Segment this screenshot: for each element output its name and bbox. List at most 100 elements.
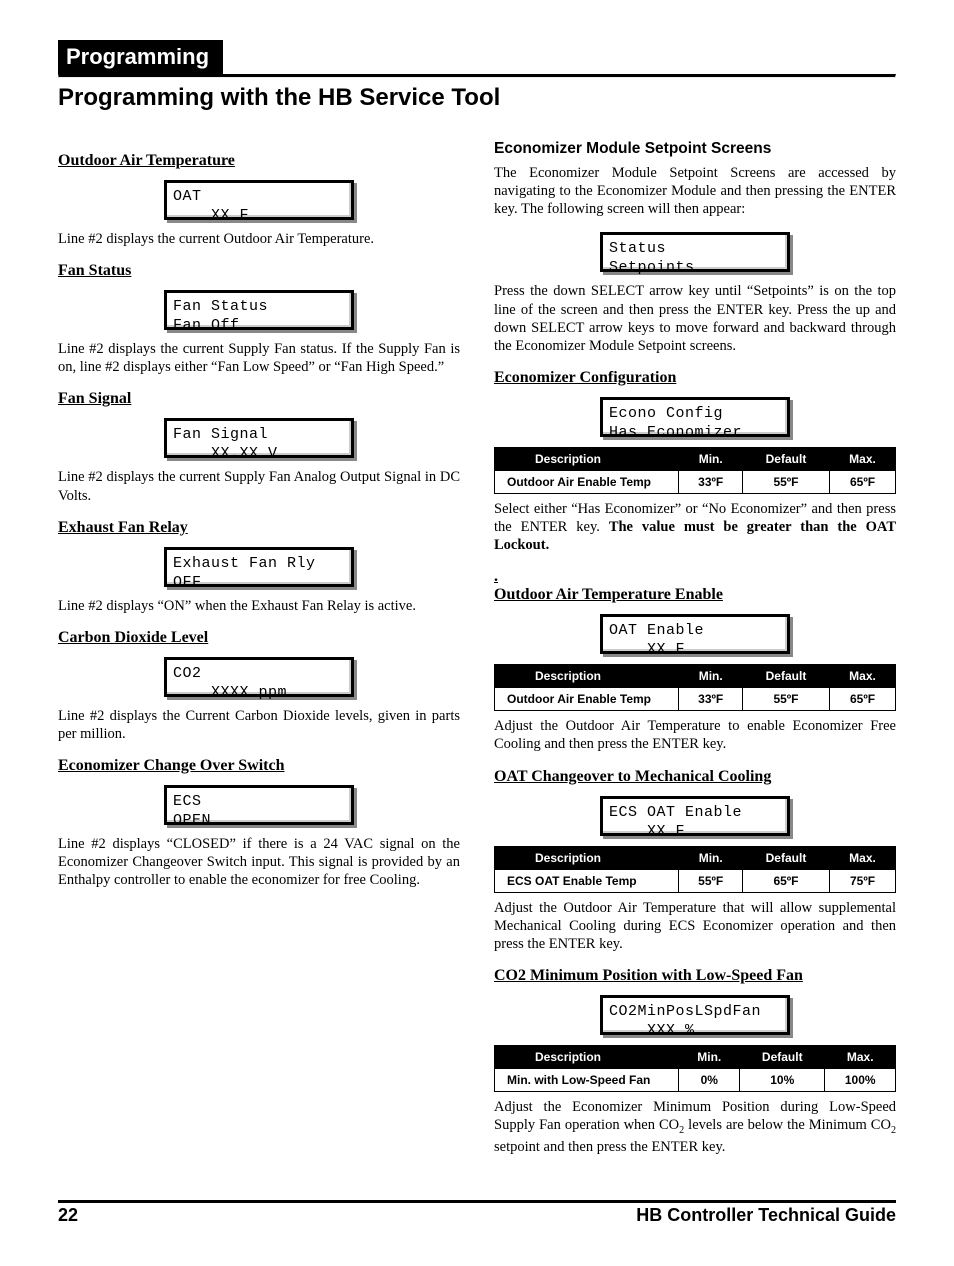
td-def: 55ºF [742,470,829,493]
th-def: Default [740,1045,825,1068]
right-column: Economizer Module Setpoint Screens The E… [494,140,896,1170]
lcd-screen: ECS OPEN [164,785,354,825]
lcd-screen: Fan Signal XX.XX V [164,418,354,458]
lcd-screen: CO2 XXXX ppm [164,657,354,697]
td-min: 33ºF [679,688,743,711]
lcd-co2-minpos: CO2MinPosLSpdFan XXX % [494,995,896,1035]
table-header-row: Description Min. Default Max. [495,846,896,869]
table-co2-minpos: Description Min. Default Max. Min. with … [494,1045,896,1092]
th-desc: Description [495,1045,679,1068]
th-def: Default [742,447,829,470]
body-fan-signal: Line #2 displays the current Supply Fan … [58,468,460,504]
body-co2: Line #2 displays the Current Carbon Diox… [58,707,460,743]
heading-fan-status: Fan Status [58,262,460,280]
lcd-oat: OAT XX F [58,180,460,220]
td-min: 33ºF [679,470,743,493]
section-title: Programming with the HB Service Tool [58,84,896,112]
body-ecs: Line #2 displays “CLOSED” if there is a … [58,835,460,889]
th-min: Min. [679,1045,740,1068]
th-desc: Description [495,846,679,869]
lcd-screen: Econo Config Has Economizer [600,397,790,437]
left-column: Outdoor Air Temperature OAT XX F Line #2… [58,140,460,1170]
table-header-row: Description Min. Default Max. [495,1045,896,1068]
table-header-row: Description Min. Default Max. [495,447,896,470]
lcd-screen: Fan Status Fan Off [164,290,354,330]
page-footer: 22 HB Controller Technical Guide [58,1200,896,1226]
th-desc: Description [495,665,679,688]
body-fan-status: Line #2 displays the current Supply Fan … [58,340,460,376]
lcd-fan-signal: Fan Signal XX.XX V [58,418,460,458]
lcd-screen: Status Setpoints [600,232,790,272]
body-econ-config: Select either “Has Economizer” or “No Ec… [494,500,896,554]
table-row: ECS OAT Enable Temp 55ºF 65ºF 75ºF [495,869,896,892]
lcd-screen: OAT XX F [164,180,354,220]
heading-oat-enable: .Outdoor Air Temperature Enable [494,568,896,604]
header-rule [58,74,896,78]
body-oat-enable: Adjust the Outdoor Air Temperature to en… [494,717,896,753]
footer-title: HB Controller Technical Guide [636,1205,896,1226]
two-column-layout: Outdoor Air Temperature OAT XX F Line #2… [58,140,896,1170]
td-def: 55ºF [742,688,829,711]
lcd-status-setpoints: Status Setpoints [494,232,896,272]
td-max: 65ºF [830,470,896,493]
heading-oat: Outdoor Air Temperature [58,152,460,170]
td-desc: ECS OAT Enable Temp [495,869,679,892]
text: setpoint and then press the ENTER key. [494,1139,725,1155]
td-min: 0% [679,1068,740,1091]
table-row: Min. with Low-Speed Fan 0% 10% 100% [495,1068,896,1091]
body-oat: Line #2 displays the current Outdoor Air… [58,230,460,248]
td-min: 55ºF [679,869,743,892]
lcd-econ-config: Econo Config Has Economizer [494,397,896,437]
text: levels are below the Minimum CO [684,1117,891,1133]
lcd-screen: Exhaust Fan Rly OFF [164,547,354,587]
heading-ecs: Economizer Change Over Switch [58,757,460,775]
th-def: Default [742,846,829,869]
td-desc: Outdoor Air Enable Temp [495,688,679,711]
heading-fan-signal: Fan Signal [58,390,460,408]
th-max: Max. [830,665,896,688]
heading-econ-config: Economizer Configuration [494,369,896,387]
lcd-screen: OAT Enable XX F [600,614,790,654]
lcd-co2: CO2 XXXX ppm [58,657,460,697]
heading-text: Outdoor Air Temperature Enable [494,586,723,603]
heading-co2-minpos: CO2 Minimum Position with Low-Speed Fan [494,967,896,985]
td-max: 65ºF [830,688,896,711]
heading-co2: Carbon Dioxide Level [58,629,460,647]
lcd-exhaust: Exhaust Fan Rly OFF [58,547,460,587]
section-header: Programming Programming with the HB Serv… [58,40,896,112]
table-oat-enable: Description Min. Default Max. Outdoor Ai… [494,664,896,711]
body-econ-intro: The Economizer Module Setpoint Screens a… [494,164,896,218]
table-ecs-oat: Description Min. Default Max. ECS OAT En… [494,846,896,893]
lcd-ecs-oat: ECS OAT Enable XX F [494,796,896,836]
td-max: 75ºF [830,869,896,892]
th-min: Min. [679,665,743,688]
th-def: Default [742,665,829,688]
heading-exhaust: Exhaust Fan Relay [58,519,460,537]
lcd-screen: CO2MinPosLSpdFan XXX % [600,995,790,1035]
td-def: 65ºF [742,869,829,892]
table-row: Outdoor Air Enable Temp 33ºF 55ºF 65ºF [495,688,896,711]
th-min: Min. [679,447,743,470]
page: Programming Programming with the HB Serv… [0,0,954,1266]
td-max: 100% [825,1068,896,1091]
th-desc: Description [495,447,679,470]
subscript: 2 [891,1125,896,1136]
td-desc: Outdoor Air Enable Temp [495,470,679,493]
th-max: Max. [830,846,896,869]
td-desc: Min. with Low-Speed Fan [495,1068,679,1091]
section-tab: Programming [58,40,223,74]
body-econ-intro2: Press the down SELECT arrow key until “S… [494,282,896,355]
lcd-ecs: ECS OPEN [58,785,460,825]
lcd-fan-status: Fan Status Fan Off [58,290,460,330]
lcd-oat-enable: OAT Enable XX F [494,614,896,654]
th-min: Min. [679,846,743,869]
body-exhaust: Line #2 displays “ON” when the Exhaust F… [58,597,460,615]
page-number: 22 [58,1205,78,1226]
table-econ-config: Description Min. Default Max. Outdoor Ai… [494,447,896,494]
th-max: Max. [830,447,896,470]
lcd-screen: ECS OAT Enable XX F [600,796,790,836]
table-header-row: Description Min. Default Max. [495,665,896,688]
body-co2-minpos: Adjust the Economizer Minimum Position d… [494,1098,896,1156]
th-max: Max. [825,1045,896,1068]
td-def: 10% [740,1068,825,1091]
